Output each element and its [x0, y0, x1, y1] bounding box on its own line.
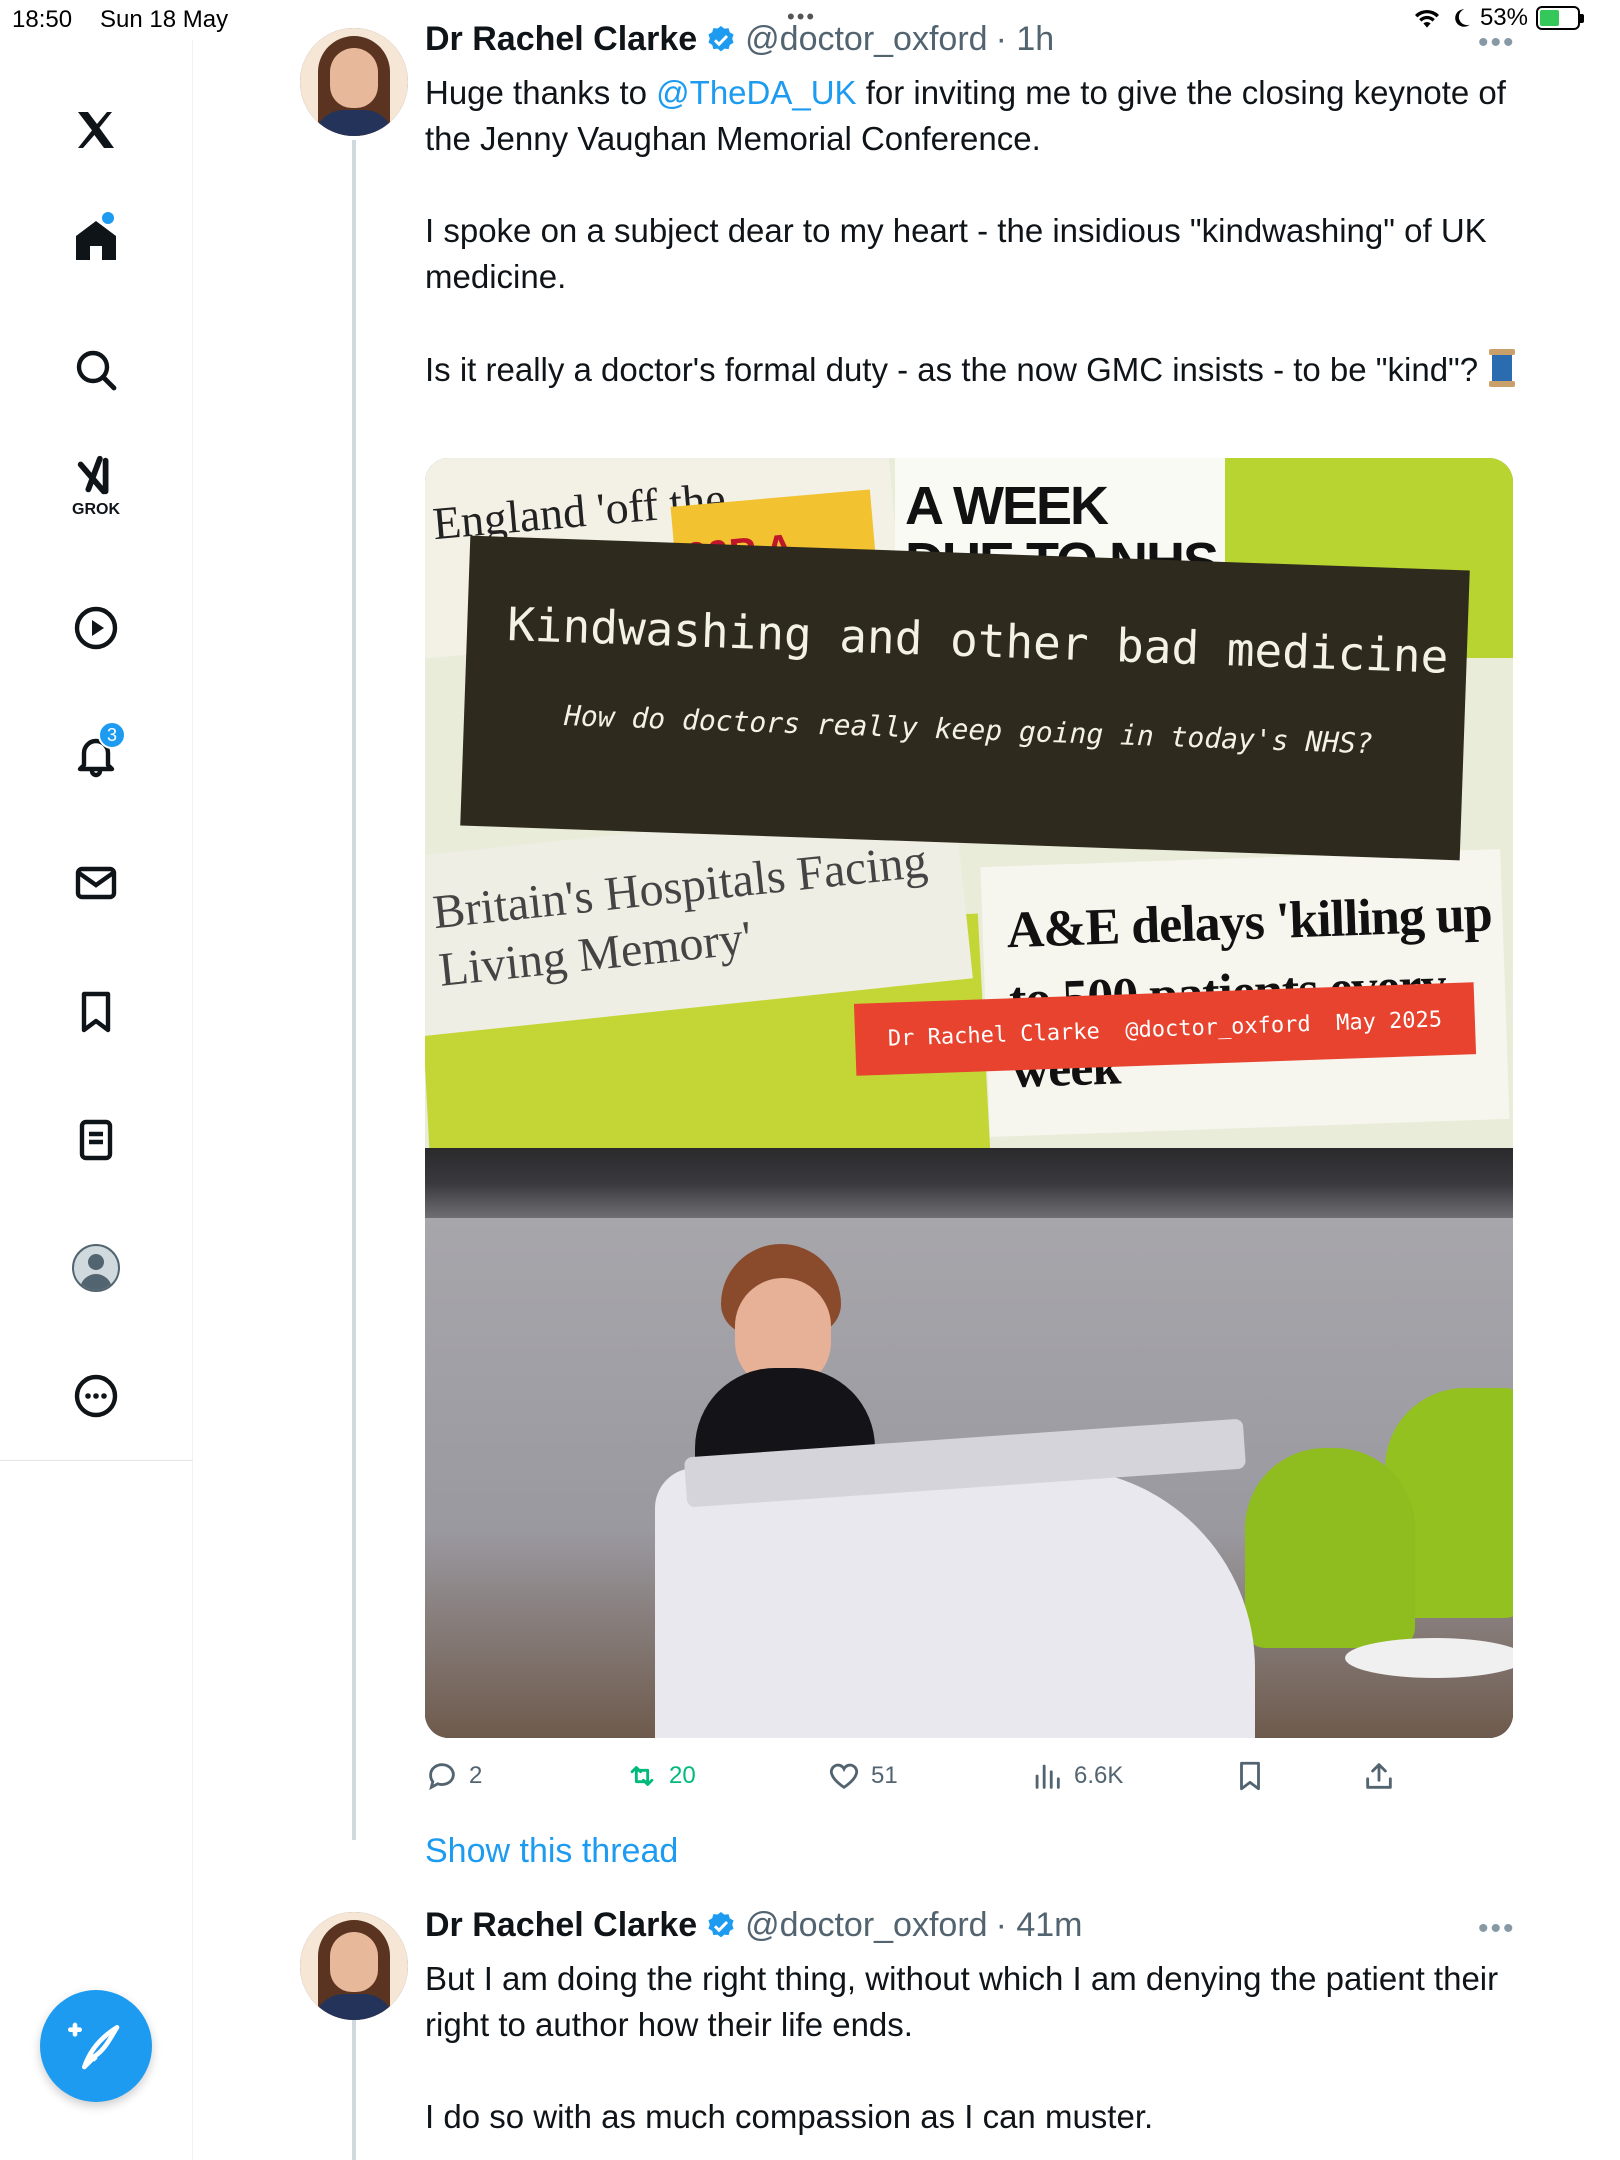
mail-icon — [75, 866, 117, 900]
author-name[interactable]: Dr Rachel Clarke — [425, 20, 697, 59]
reply-count: 2 — [469, 1762, 483, 1789]
author-name[interactable]: Dr Rachel Clarke — [425, 1906, 697, 1945]
sidebar-item-home[interactable] — [56, 200, 136, 280]
author-handle[interactable]: @doctor_oxford — [745, 20, 987, 59]
post-text-paragraph: Is it really a doctor's formal duty - as… — [425, 347, 1525, 393]
grok-icon — [77, 455, 109, 495]
show-thread-link[interactable]: Show this thread — [425, 1832, 678, 1871]
post-more-button[interactable]: ••• — [1478, 26, 1516, 60]
x-logo-icon[interactable] — [56, 90, 136, 170]
sidebar-item-bookmarks[interactable] — [56, 972, 136, 1052]
sidebar: GROK 3 — [0, 40, 193, 2160]
wifi-icon — [1414, 9, 1439, 28]
slide-footer-name: Dr Rachel Clarke — [887, 1018, 1101, 1052]
post-text: But I am doing the right thing, without … — [425, 1960, 1508, 2043]
battery-icon — [1536, 6, 1584, 30]
post-actions: 2 20 51 6.6K — [425, 1756, 1525, 1796]
author-avatar[interactable] — [300, 28, 408, 136]
sidebar-item-search[interactable] — [56, 330, 136, 410]
repost-icon — [630, 1766, 654, 1786]
like-button[interactable]: 51 — [827, 1756, 898, 1796]
views-button[interactable]: 6.6K — [1030, 1756, 1123, 1796]
analytics-icon — [1035, 1764, 1060, 1789]
slide-title: Kindwashing and other bad medicine — [506, 596, 1450, 684]
post-image[interactable]: England 'off the 60P A DAY A WEEK DUE TO… — [425, 458, 1513, 1738]
post-time[interactable]: · 1h — [996, 20, 1055, 59]
compose-post-icon — [68, 2022, 120, 2070]
author-avatar[interactable] — [300, 1912, 408, 2020]
bookmark-icon — [1240, 1761, 1260, 1791]
sidebar-item-notifications[interactable]: 3 — [56, 715, 136, 795]
compose-post-button[interactable] — [40, 1990, 152, 2102]
like-count: 51 — [871, 1762, 898, 1789]
mention-link[interactable]: @TheDA_UK — [656, 74, 856, 111]
post-time[interactable]: · 41m — [996, 1906, 1083, 1945]
reply-button[interactable]: 2 — [425, 1756, 482, 1796]
post-text-paragraph: I do so with as much compassion as I can… — [425, 2098, 1154, 2135]
bookmark-button[interactable] — [1233, 1756, 1267, 1796]
bookmark-icon — [81, 991, 111, 1033]
thread-connector-lower — [352, 2010, 356, 2160]
search-icon — [76, 350, 117, 391]
home-icon — [76, 221, 116, 260]
side-table — [1345, 1638, 1513, 1678]
view-count: 6.6K — [1074, 1762, 1124, 1789]
avatar-icon — [72, 1244, 120, 1292]
stage-photo — [425, 1148, 1513, 1738]
post-more-button[interactable]: ••• — [1478, 1912, 1516, 1946]
sidebar-item-grok[interactable]: GROK — [56, 445, 136, 525]
presentation-slide: England 'off the 60P A DAY A WEEK DUE TO… — [425, 458, 1513, 1148]
clipping-text: Britain's Hospitals Facing Living Memory… — [430, 834, 930, 997]
post-header: Dr Rachel Clarke @doctor_oxford · 41m — [425, 1906, 1082, 1945]
post-header: Dr Rachel Clarke @doctor_oxford · 1h — [425, 20, 1054, 59]
document-icon — [79, 1119, 113, 1161]
post-text-question: Is it really a doctor's formal duty - as… — [425, 351, 1479, 388]
slide-subtitle: How do doctors really keep going in toda… — [563, 699, 1374, 761]
verified-badge-icon — [708, 1911, 734, 1937]
verified-badge-icon — [708, 25, 734, 51]
grok-label: GROK — [72, 501, 120, 518]
status-time: 18:50 — [12, 6, 73, 33]
play-icon — [74, 606, 118, 650]
slide-title-banner: Kindwashing and other bad medicine How d… — [460, 535, 1470, 861]
sidebar-item-messages[interactable] — [56, 843, 136, 923]
moon-icon — [1455, 9, 1470, 27]
green-chair — [1245, 1448, 1415, 1648]
slide-footer-date: May 2025 — [1335, 1006, 1443, 1036]
heart-icon — [829, 1763, 859, 1790]
repost-button[interactable]: 20 — [625, 1756, 696, 1796]
more-icon — [74, 1374, 118, 1418]
podium — [655, 1468, 1255, 1738]
sidebar-divider — [0, 1460, 193, 1461]
reply-icon — [429, 1763, 455, 1791]
post-text: Huge thanks to @TheDA_UK for inviting me… — [425, 70, 1525, 162]
sidebar-item-profile[interactable] — [56, 1228, 136, 1308]
sidebar-item-more[interactable] — [56, 1356, 136, 1436]
share-button[interactable] — [1362, 1756, 1396, 1796]
slide-footer-handle: @doctor_oxford — [1124, 1011, 1312, 1043]
status-date: Sun 18 May — [100, 6, 229, 33]
sidebar-item-articles[interactable] — [56, 1100, 136, 1180]
post-text-intro: Huge thanks to — [425, 74, 657, 111]
notification-badge: 3 — [98, 721, 126, 749]
author-handle[interactable]: @doctor_oxford — [745, 1906, 987, 1945]
share-icon — [1366, 1763, 1392, 1789]
thread-spool-emoji — [1487, 349, 1517, 387]
thread-connector — [352, 140, 356, 1840]
sidebar-item-video[interactable] — [56, 588, 136, 668]
post-text-paragraph: I spoke on a subject dear to my heart - … — [425, 212, 1496, 295]
home-notification-dot — [102, 212, 114, 224]
repost-count: 20 — [669, 1762, 696, 1789]
